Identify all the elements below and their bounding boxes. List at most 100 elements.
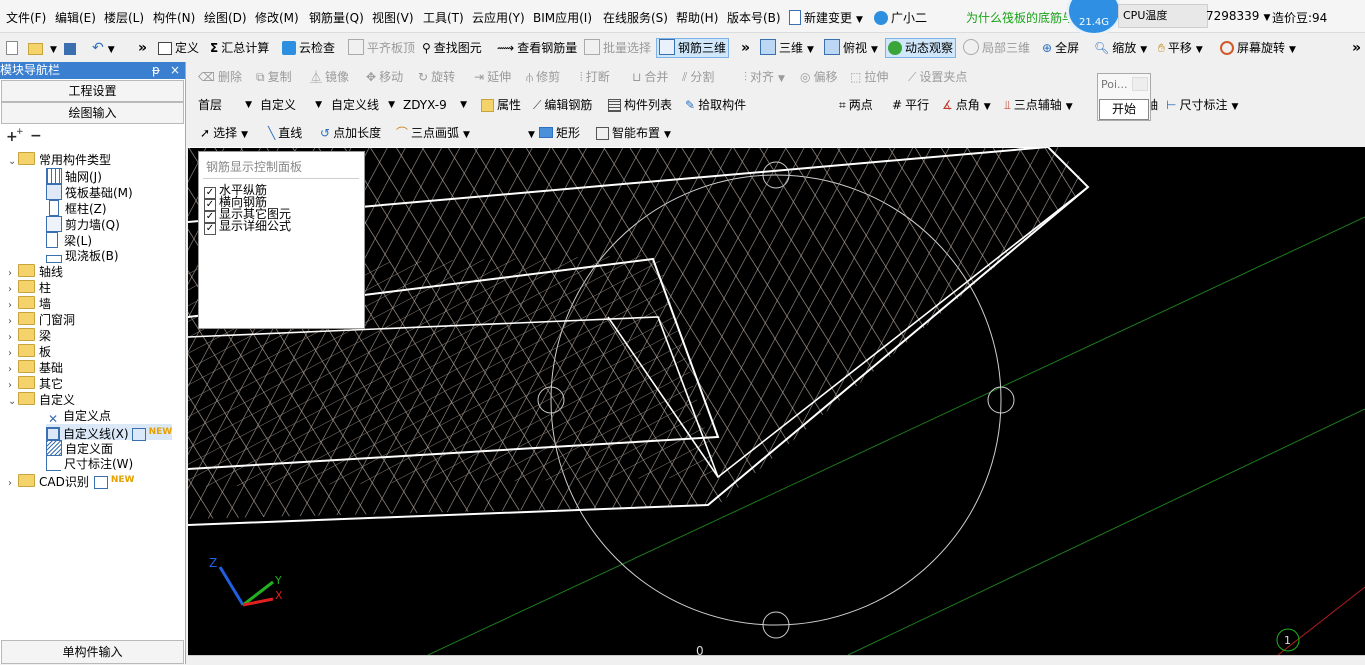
point-angle-button[interactable]: ∡ 点角 ▼: [942, 95, 991, 115]
element-list-button[interactable]: 构件列表: [608, 95, 672, 115]
three-point-arc-button[interactable]: ⌒ 三点画弧 ▼: [396, 123, 470, 143]
batch-select-button[interactable]: 批量选择: [584, 38, 651, 58]
tree-item-frame-column[interactable]: 框柱(Z): [46, 200, 107, 216]
tree-item-grid[interactable]: 轴网(J): [46, 168, 102, 184]
expand-arrow-icon[interactable]: ›: [8, 476, 18, 492]
menu-file[interactable]: 文件(F): [6, 9, 46, 26]
tree-folder-opening[interactable]: › 门窗洞: [8, 312, 75, 328]
top-view-button[interactable]: 俯视 ▼: [824, 38, 878, 58]
element-select[interactable]: ZDYX-9 ▼: [403, 95, 467, 115]
extend-button[interactable]: ⇥ 延伸: [474, 67, 511, 87]
close-icon[interactable]: [1132, 77, 1148, 91]
tree-folder-foundation[interactable]: › 基础: [8, 360, 63, 376]
screen-rotate-button[interactable]: 屏幕旋转 ▼: [1220, 38, 1296, 58]
tree-item-slab[interactable]: 现浇板(B): [46, 248, 119, 264]
rectangle-button[interactable]: 矩形: [539, 123, 580, 143]
copy-button[interactable]: ⧉ 复制: [256, 67, 292, 87]
menu-cloud[interactable]: 云应用(Y): [472, 9, 525, 26]
menu-view[interactable]: 视图(V): [372, 9, 414, 26]
menu-online[interactable]: 在线服务(S): [603, 9, 668, 26]
type-select[interactable]: 自定义线 ▼: [331, 95, 395, 115]
menu-draw[interactable]: 绘图(D): [204, 9, 247, 26]
menu-help[interactable]: 帮助(H): [676, 9, 718, 26]
cpu-monitor-badge[interactable]: 21.4G: [1066, 0, 1122, 36]
find-element-button[interactable]: ⚲ 查找图元: [422, 38, 482, 58]
tree-folder-beam[interactable]: › 梁: [8, 328, 51, 344]
tree-item-custom-point[interactable]: ✕ 自定义点: [46, 408, 111, 426]
undo-icon[interactable]: ↶ ▼: [92, 38, 115, 58]
price-beans[interactable]: 造价豆:94: [1272, 9, 1327, 26]
summary-button[interactable]: Σ 汇总计算: [210, 38, 269, 58]
define-button[interactable]: 定义: [158, 38, 199, 58]
new-file-icon[interactable]: [6, 38, 21, 58]
single-input-button[interactable]: 单构件输入: [1, 640, 184, 664]
tree-folder-custom[interactable]: ⌄ 自定义: [8, 392, 75, 408]
two-points-button[interactable]: ⌗ 两点: [839, 95, 873, 115]
flat-top-button[interactable]: 平齐板顶: [348, 38, 415, 58]
parallel-button[interactable]: # 平行: [892, 95, 929, 115]
trim-button[interactable]: ⫛ 修剪: [526, 67, 560, 87]
rebar-3d-button[interactable]: 钢筋三维: [656, 38, 730, 58]
question-link[interactable]: 为什么筏板的底筋与: [966, 9, 1074, 26]
tree-item-beam[interactable]: 梁(L): [46, 232, 92, 248]
menu-version[interactable]: 版本号(B): [727, 9, 781, 26]
set-grip-button[interactable]: ⟋ 设置夹点: [908, 67, 967, 87]
assistant-button[interactable]: 广小二: [874, 9, 927, 26]
split-button[interactable]: ⫽ 分割: [682, 67, 714, 87]
tree-item-custom-face[interactable]: 自定义面: [46, 440, 113, 456]
start-button[interactable]: 开始: [1099, 99, 1149, 120]
account-id[interactable]: 7298339 ▼: [1206, 9, 1270, 23]
three-point-aux-button[interactable]: ⫫ 三点辅轴 ▼: [1004, 95, 1073, 115]
point-length-button[interactable]: ↺ 点加长度: [320, 123, 381, 143]
open-folder-icon[interactable]: ▼: [28, 38, 57, 58]
category-select[interactable]: 自定义 ▼: [260, 95, 322, 115]
more-chevron-icon[interactable]: »: [741, 38, 750, 58]
option-show-formula[interactable]: ✓ 显示详细公式: [204, 220, 291, 235]
tree-common-types[interactable]: ⌄ 常用构件类型: [8, 152, 111, 168]
collapse-arrow-icon[interactable]: ⌄: [8, 394, 18, 410]
delete-button[interactable]: ⌫ 删除: [198, 67, 242, 87]
merge-button[interactable]: ⊔ 合并: [632, 67, 668, 87]
cloud-check-button[interactable]: 云检查: [282, 38, 335, 58]
tree-item-raft[interactable]: 筏板基础(M): [46, 184, 133, 200]
dynamic-view-button[interactable]: 动态观察: [885, 38, 957, 58]
project-settings-button[interactable]: 工程设置: [1, 80, 184, 102]
rotate-button[interactable]: ↻ 旋转: [418, 67, 455, 87]
menu-edit[interactable]: 编辑(E): [55, 9, 96, 26]
menu-bim[interactable]: BIM应用(I): [533, 9, 592, 26]
local-3d-button[interactable]: 局部三维: [963, 38, 1030, 58]
collapse-all-icon[interactable]: −: [30, 128, 42, 144]
tree-item-shear-wall[interactable]: 剪力墙(Q): [46, 216, 120, 232]
mirror-button[interactable]: ⏅ 镜像: [310, 67, 349, 87]
more-chevron-icon[interactable]: »: [138, 38, 147, 58]
break-button[interactable]: ⦙ 打断: [580, 67, 610, 87]
menu-modify[interactable]: 修改(M): [255, 9, 299, 26]
tree-folder-wall[interactable]: › 墙: [8, 296, 51, 312]
tree-folder-slab[interactable]: › 板: [8, 344, 51, 360]
line-button[interactable]: ╲ 直线: [268, 123, 302, 143]
tree-item-custom-line[interactable]: 自定义线(X) NEW: [46, 424, 173, 441]
dimension-button[interactable]: ⊢ 尺寸标注 ▼: [1166, 95, 1238, 115]
tree-folder-cad[interactable]: › CAD识别 NEW: [8, 472, 134, 489]
align-button[interactable]: ⫶ 对齐 ▼: [744, 67, 785, 87]
smart-layout-button[interactable]: 智能布置 ▼: [596, 123, 671, 143]
properties-button[interactable]: 属性: [481, 95, 521, 115]
offset-button[interactable]: ◎ 偏移: [800, 67, 838, 87]
stretch-button[interactable]: ⬚ 拉伸: [850, 67, 888, 87]
collapse-arrow-icon[interactable]: ⌄: [8, 154, 18, 170]
select-button[interactable]: ➚ 选择 ▼: [200, 123, 248, 143]
move-button[interactable]: ✥ 移动: [366, 67, 403, 87]
new-change-button[interactable]: 新建变更 ▼: [789, 9, 863, 26]
zoom-button[interactable]: 🔍︎ 缩放 ▼: [1094, 38, 1147, 58]
checkbox-checked-icon[interactable]: ✓: [204, 223, 216, 235]
menu-floor[interactable]: 楼层(L): [104, 9, 144, 26]
pin-icon[interactable]: ᵽ: [152, 62, 160, 79]
more-chevron-icon[interactable]: »: [1352, 38, 1361, 58]
menu-component[interactable]: 构件(N): [153, 9, 195, 26]
view-3d-button[interactable]: 三维 ▼: [760, 38, 814, 58]
tree-folder-axis[interactable]: › 轴线: [8, 264, 63, 280]
menu-rebar-qty[interactable]: 钢筋量(Q): [309, 9, 364, 26]
view-rebar-button[interactable]: ⟿ 查看钢筋量: [497, 38, 577, 58]
pan-button[interactable]: ✋︎ 平移 ▼: [1158, 38, 1203, 58]
tree-folder-column[interactable]: › 柱: [8, 280, 51, 296]
